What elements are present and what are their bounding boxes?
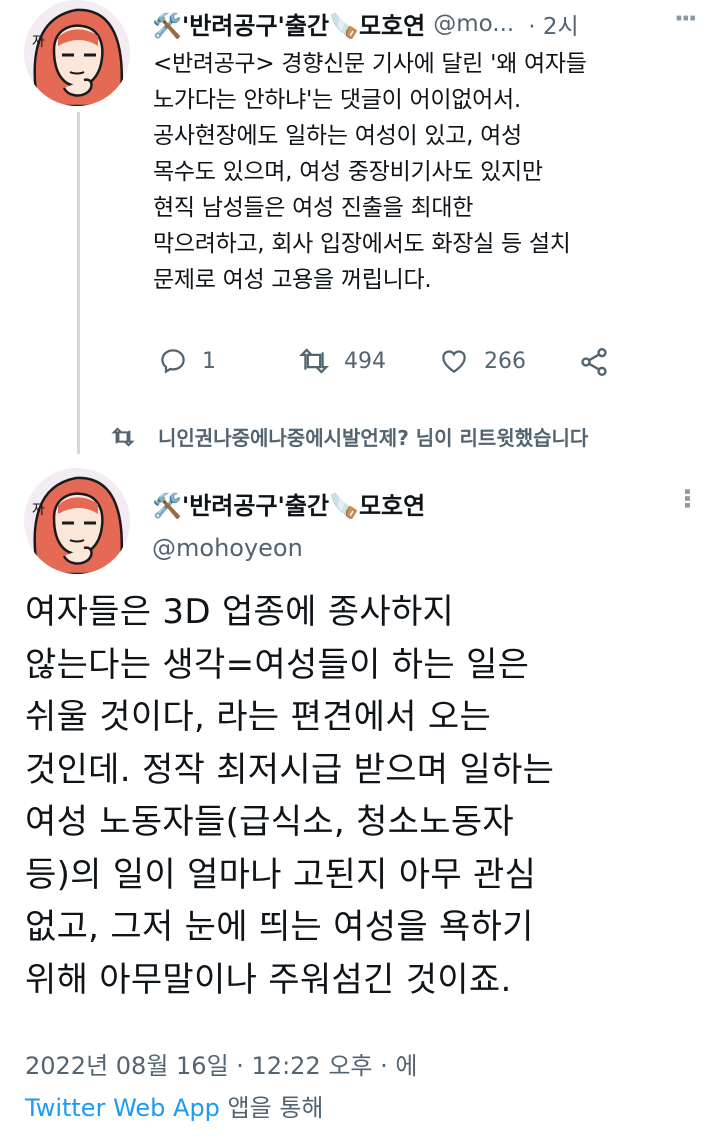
source-suffix: 앱을 통해	[219, 1094, 324, 1122]
thread-line	[77, 112, 80, 454]
avatar-illustration: 자	[24, 468, 130, 574]
retweet-icon	[299, 348, 329, 374]
svg-text:자: 자	[32, 502, 45, 518]
more-icon[interactable]: ···	[671, 487, 701, 508]
reply-button[interactable]: 1	[158, 346, 216, 376]
tweet-time[interactable]: · 2시	[528, 7, 578, 41]
retweet-count: 494	[344, 348, 386, 374]
retweeted-tweet-text: <반려공구> 경향신문 기사에 달린 '왜 여자들 노가다는 안하냐'는 댓글이…	[153, 51, 587, 293]
retweet-button[interactable]: 494	[298, 346, 386, 376]
like-count: 266	[484, 348, 526, 374]
share-button[interactable]	[578, 346, 610, 378]
main-tweet-text: 여자들은 3D 업종에 종사하지 않는다는 생각=여성들이 하는 일은 쉬울 것…	[25, 592, 555, 1000]
tweet-timestamp[interactable]: 2022년 08월 16일 · 12:22 오후 · 에	[25, 1046, 417, 1081]
main-tweet-display-name[interactable]: 🛠️'반려공구'출간🪚모호연	[152, 486, 425, 521]
like-button[interactable]: 266	[438, 346, 526, 376]
tweet-actions: 1 494 266	[158, 346, 618, 382]
avatar-illustration: 자	[24, 0, 130, 106]
main-tweet-handle[interactable]: @mohoyeon	[152, 534, 303, 562]
avatar[interactable]: 자	[24, 468, 130, 574]
display-name: 🛠️'반려공구'출간🪚모호연	[152, 492, 426, 520]
heart-icon	[442, 350, 466, 373]
retweet-icon	[111, 426, 135, 447]
share-icon	[581, 348, 607, 376]
reply-count: 1	[202, 348, 216, 374]
tweet-source: Twitter Web App 앱을 통해	[25, 1088, 323, 1123]
retweet-note-text: 니인권나중에나중에시발언제? 님이 리트윗했습니다	[158, 426, 589, 450]
source-app-link[interactable]: Twitter Web App	[25, 1094, 220, 1122]
reply-icon	[161, 349, 185, 374]
handle[interactable]: @mo...	[433, 11, 514, 37]
avatar[interactable]: 자	[24, 0, 130, 106]
retweet-note[interactable]: 니인권나중에나중에시발언제? 님이 리트윗했습니다	[110, 422, 588, 451]
display-name[interactable]: 🛠️'반려공구'출간🪚모호연	[152, 6, 425, 41]
svg-text:자: 자	[32, 34, 45, 50]
more-icon[interactable]: ···	[674, 4, 698, 34]
retweeted-tweet-header: 🛠️'반려공구'출간🪚모호연 @mo... · 2시	[152, 6, 672, 41]
